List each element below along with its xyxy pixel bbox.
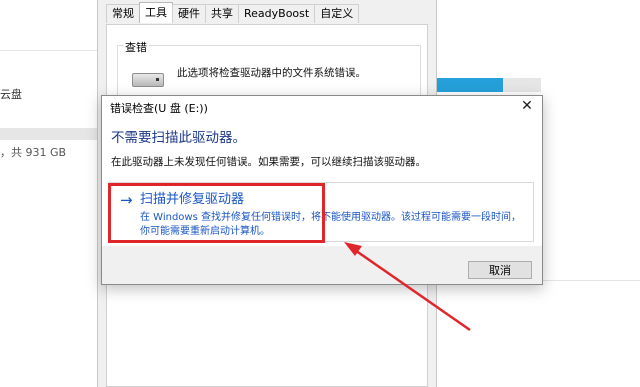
tab-tools[interactable]: 工具 [139,2,173,23]
close-icon[interactable]: ✕ [520,98,534,114]
properties-tabs: 常规 工具 硬件 共享 ReadyBoost 自定义 [106,2,360,24]
dialog-heading: 不需要扫描此驱动器。 [111,130,246,146]
tab-hardware[interactable]: 硬件 [172,4,206,23]
explorer-left-panel: 云盘 ，共 931 GB [0,0,97,387]
dialog-titlebar[interactable]: 错误检查(U 盘 (E:)) ✕ [102,96,542,118]
drive-usage-bar [0,128,97,140]
divider [0,50,97,51]
tab-general[interactable]: 常规 [106,4,140,23]
dialog-description: 在此驱动器上未发现任何错误。如果需要，可以继续扫描该驱动器。 [111,156,426,168]
tab-sharing[interactable]: 共享 [205,4,239,23]
drive-label: 云盘 [0,88,22,101]
highlight-box-annotation [108,183,325,243]
cancel-button[interactable]: 取消 [468,261,532,279]
drive-icon [132,73,164,87]
drive-usage-bar-track [503,78,541,92]
tab-customize[interactable]: 自定义 [314,4,360,23]
error-checking-dialog: 错误检查(U 盘 (E:)) ✕ 不需要扫描此驱动器。 在此驱动器上未发现任何错… [101,95,543,285]
tab-readyboost[interactable]: ReadyBoost [238,4,316,23]
error-checking-group-label: 查错 [123,39,149,55]
dialog-title: 错误检查(U 盘 (E:)) [110,102,208,115]
drive-usage-bar-fill [437,78,503,92]
drive-size-text: ，共 931 GB [0,146,67,159]
error-checking-description: 此选项将检查驱动器中的文件系统错误。 [177,67,366,79]
